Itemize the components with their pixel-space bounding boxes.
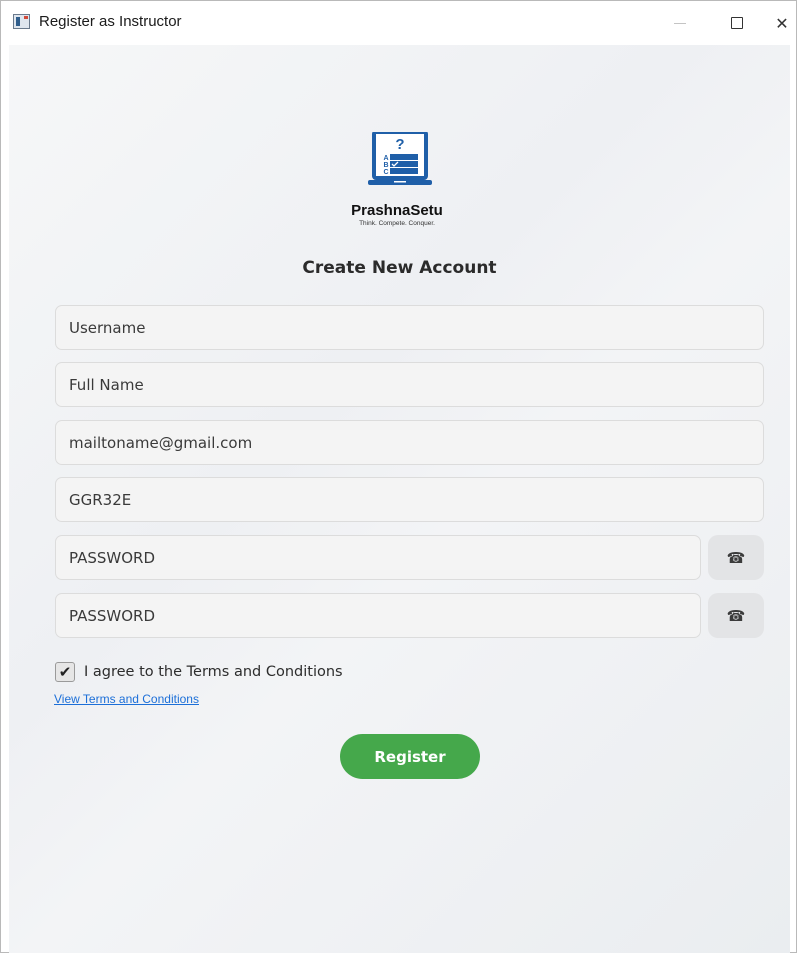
- terms-checkbox[interactable]: ✔: [55, 662, 75, 682]
- logo-option-c: C: [383, 169, 388, 176]
- logo-option-b: B: [383, 162, 388, 169]
- minimize-button[interactable]: [657, 1, 703, 45]
- register-button[interactable]: Register: [340, 734, 480, 779]
- show-password-icon: ☎: [726, 606, 746, 625]
- full-name-input[interactable]: Full Name: [55, 362, 764, 407]
- close-button[interactable]: ✕: [759, 1, 797, 45]
- title-bar: Register as Instructor ✕: [1, 1, 796, 45]
- close-icon: ✕: [775, 13, 789, 33]
- minimize-icon: [674, 22, 686, 24]
- brand-name: PrashnaSetu: [351, 202, 443, 219]
- checkmark-icon: ✔: [58, 662, 72, 681]
- view-terms-link[interactable]: View Terms and Conditions: [54, 692, 199, 706]
- registration-panel: ? A B C PrashnaSetu Think. Compete. Conq…: [9, 45, 790, 953]
- logo-question-mark: ?: [395, 136, 404, 153]
- username-input[interactable]: Username: [55, 305, 764, 350]
- email-input[interactable]: mailtoname@gmail.com: [55, 420, 764, 465]
- maximize-button[interactable]: [714, 1, 760, 45]
- app-icon: [13, 14, 30, 29]
- window-title: Register as Instructor: [39, 13, 182, 30]
- show-password-icon: ☎: [726, 548, 746, 567]
- terms-checkbox-label[interactable]: I agree to the Terms and Conditions: [84, 664, 343, 680]
- page-title: Create New Account: [302, 258, 497, 278]
- confirm-password-input[interactable]: PASSWORD: [55, 593, 701, 638]
- code-input[interactable]: GGR32E: [55, 477, 764, 522]
- register-window: Register as Instructor ✕ ? A B C Prashna…: [0, 0, 797, 953]
- terms-agreement-row: ✔ I agree to the Terms and Conditions: [55, 661, 343, 683]
- brand-tagline: Think. Compete. Conquer.: [359, 220, 435, 227]
- toggle-password-visibility-button[interactable]: ☎: [708, 535, 764, 580]
- password-input[interactable]: PASSWORD: [55, 535, 701, 580]
- toggle-confirm-password-visibility-button[interactable]: ☎: [708, 593, 764, 638]
- maximize-icon: [731, 17, 743, 29]
- logo-option-a: A: [383, 155, 388, 162]
